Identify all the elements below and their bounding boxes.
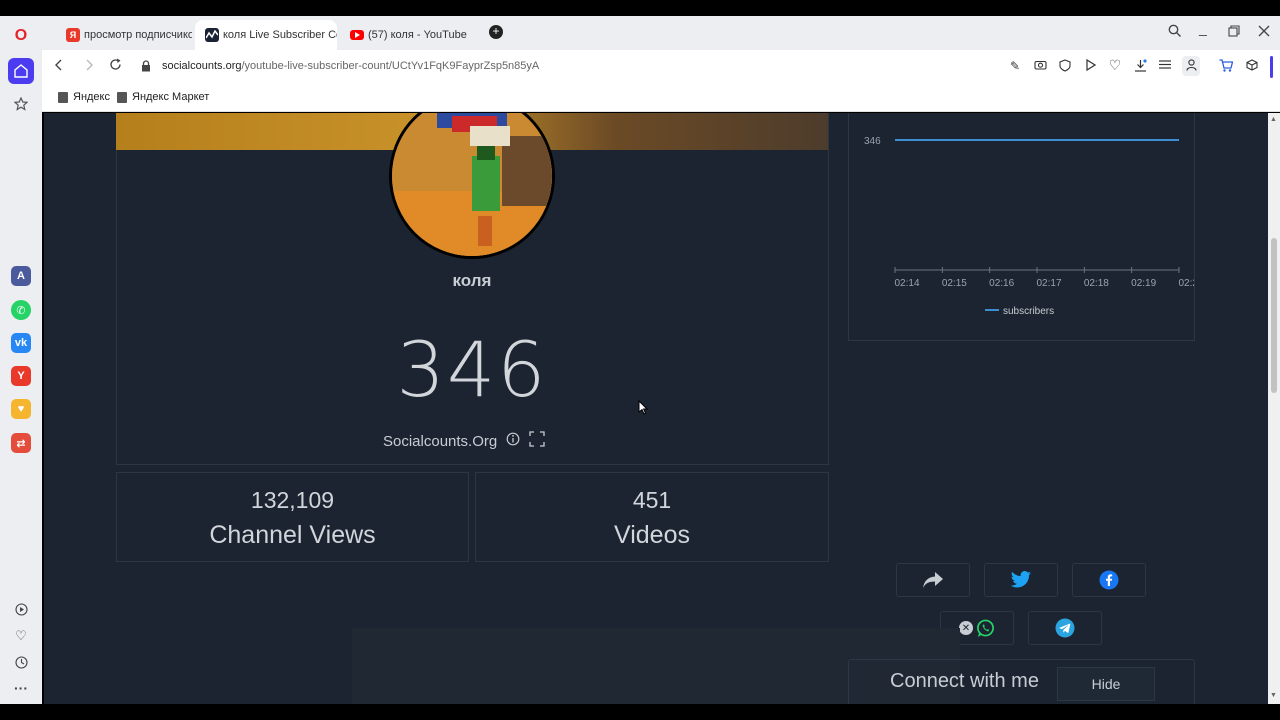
connect-panel: Connect with me Hide	[848, 659, 1195, 704]
mouse-cursor-icon	[638, 400, 648, 415]
page-content: коля 346 Socialcounts.Org 132,109 Channe…	[44, 113, 1268, 704]
stat-label: Videos	[614, 521, 690, 549]
opera-logo-icon[interactable]: O	[11, 26, 31, 46]
scroll-up-icon[interactable]: ▲	[1270, 116, 1277, 123]
bookmark-label: Яндекс	[73, 91, 110, 103]
brand-label: Socialcounts.Org	[383, 432, 498, 450]
tab-label: коля Live Subscriber Cou	[223, 29, 337, 41]
stat-value: 132,109	[250, 487, 335, 513]
vk-icon[interactable]: vk	[11, 333, 31, 353]
camera-icon[interactable]	[1032, 59, 1048, 73]
chart-card: 346 02:14 02:15 02:16 02:17 02:18 02:19 02:20 su…	[848, 113, 1204, 341]
speed-dial-icon[interactable]	[11, 94, 31, 114]
history-icon[interactable]	[11, 652, 31, 672]
x-tick-label: 02:19	[1131, 278, 1156, 289]
x-tick-label: 02:17	[1036, 278, 1061, 289]
aria-icon[interactable]: A	[11, 266, 31, 286]
twitter-icon	[1010, 571, 1031, 588]
bookmark-icon	[117, 91, 127, 103]
edit-icon[interactable]: ✎	[1007, 59, 1023, 73]
tab-label: просмотр подписчиков	[84, 29, 192, 41]
x-tick-label: 02:20	[1178, 278, 1194, 289]
page-scrollbar[interactable]: ▲ ▼	[1268, 113, 1280, 704]
stat-videos: 451 Videos	[475, 472, 829, 562]
x-tick-label: 02:16	[989, 278, 1014, 289]
x-tick-label: 02:18	[1084, 278, 1109, 289]
yandex-sidebar-icon[interactable]: Y	[11, 366, 31, 386]
bookmark-icon	[58, 91, 68, 103]
easy-setup-icon[interactable]	[1157, 59, 1173, 73]
facebook-share-button[interactable]	[1072, 563, 1146, 597]
tab-socialcounts[interactable]: коля Live Subscriber Cou	[195, 20, 337, 50]
twitter-share-button[interactable]	[984, 563, 1058, 597]
bookmark-label: Яндекс Маркет	[132, 91, 210, 103]
tab-youtube[interactable]: (57) коля - YouTube	[340, 20, 480, 50]
opera-sidebar: O A ✆ vk Y ♥ ⇄ ♡ ···	[0, 16, 42, 704]
telegram-icon	[1055, 618, 1075, 638]
stat-label: Channel Views	[209, 521, 376, 549]
stat-value: 451	[632, 487, 672, 513]
url-field[interactable]: socialcounts.org/youtube-live-subscriber…	[162, 60, 539, 72]
channel-name: коля	[452, 271, 492, 290]
brand-line: Socialcounts.Org	[383, 431, 545, 451]
x-tick-label: 02:14	[894, 278, 919, 289]
adblock-icon[interactable]	[1057, 59, 1073, 75]
bookmark-yandex[interactable]: Яндекс	[58, 91, 110, 103]
share-icon	[923, 572, 943, 588]
bookmarks-bar: Яндекс Яндекс Маркет	[42, 84, 1280, 112]
scroll-down-icon[interactable]: ▼	[1270, 692, 1277, 699]
yandex-market-icon[interactable]: ♥	[11, 399, 31, 419]
yandex-icon: Я	[66, 28, 80, 42]
whatsapp-icon	[977, 619, 994, 637]
connect-text: Connect with me	[890, 670, 1039, 692]
tab-bar: Я просмотр подписчиков коля Live Subscri…	[0, 16, 1280, 50]
download-icon[interactable]	[1132, 59, 1148, 75]
search-tabs-icon[interactable]	[1168, 24, 1181, 40]
fullscreen-icon[interactable]	[529, 431, 545, 451]
extensions-icon[interactable]	[1244, 59, 1260, 74]
favorites-icon[interactable]: ♡	[11, 626, 31, 646]
top-strip	[0, 0, 1280, 16]
home-icon[interactable]	[8, 58, 34, 84]
forward-icon[interactable]	[84, 58, 94, 74]
scrollbar-thumb[interactable]	[1271, 238, 1277, 393]
x-tick-label: 02:15	[942, 278, 967, 289]
minimize-icon[interactable]: _	[1199, 20, 1207, 36]
subscriber-chart: 346 02:14 02:15 02:16 02:17 02:18 02:19 02:20 su…	[864, 136, 1204, 317]
translate-icon[interactable]: ⇄	[11, 433, 31, 453]
y-tick-label: 346	[864, 136, 881, 147]
player-icon[interactable]	[11, 599, 31, 619]
telegram-share-button[interactable]	[1028, 611, 1102, 645]
youtube-icon	[350, 30, 364, 40]
bookmark-yandex-market[interactable]: Яндекс Маркет	[117, 91, 209, 103]
facebook-icon	[1099, 570, 1119, 590]
cart-icon[interactable]	[1218, 59, 1234, 75]
stat-channel-views: 132,109 Channel Views	[116, 472, 469, 562]
close-icon[interactable]: ✕	[959, 621, 973, 635]
whatsapp-sidebar-icon[interactable]: ✆	[11, 300, 31, 320]
reload-icon[interactable]	[109, 58, 122, 74]
browser-window: Я просмотр подписчиков коля Live Subscri…	[0, 0, 1280, 720]
url-domain: socialcounts.org	[162, 60, 242, 72]
tab-label: (57) коля - YouTube	[368, 29, 467, 41]
heart-icon[interactable]: ♡	[1107, 57, 1123, 74]
address-bar: socialcounts.org/youtube-live-subscriber…	[42, 50, 1280, 84]
sidebar-indicator	[1270, 56, 1273, 78]
socialcounts-icon	[205, 28, 219, 42]
info-icon[interactable]	[506, 432, 520, 450]
restore-icon[interactable]	[1228, 24, 1240, 40]
profile-icon[interactable]	[1182, 56, 1200, 76]
subscriber-count: 346	[396, 325, 548, 414]
url-path: /youtube-live-subscriber-count/UCtYv1FqK…	[241, 60, 540, 72]
lock-icon[interactable]	[141, 59, 151, 75]
new-tab-button[interactable]: +	[489, 25, 503, 39]
legend-label: subscribers	[1003, 306, 1054, 317]
hide-button[interactable]: Hide	[1057, 667, 1155, 701]
close-window-icon[interactable]	[1258, 24, 1270, 40]
share-button[interactable]	[896, 563, 970, 597]
tab-subscriber-view[interactable]: Я просмотр подписчиков	[56, 20, 192, 50]
back-icon[interactable]	[54, 58, 64, 74]
play-icon[interactable]	[1082, 58, 1098, 74]
more-icon[interactable]: ···	[11, 678, 31, 698]
